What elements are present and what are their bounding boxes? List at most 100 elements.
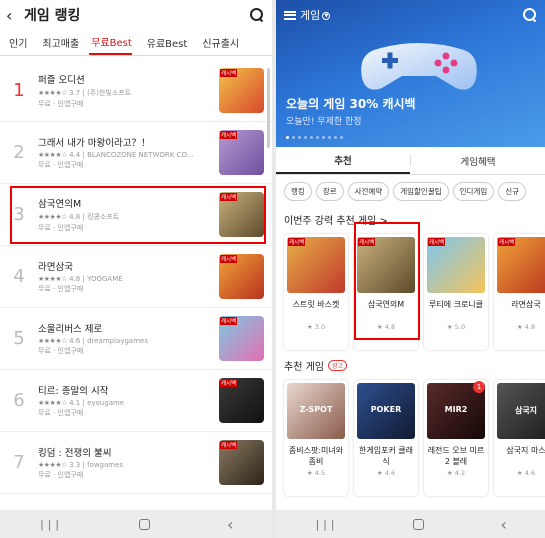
- kingdom-icon[interactable]: 캐시백: [219, 440, 264, 485]
- card-rating: ★ 4.6: [376, 469, 396, 477]
- card-rating: ★ 3.0: [306, 323, 326, 331]
- carousel-dots[interactable]: [286, 136, 343, 139]
- gamepad-icon: [361, 43, 477, 90]
- chip-3[interactable]: 게임할인꿀팁: [393, 182, 449, 201]
- back-nav-icon[interactable]: ‹: [500, 515, 506, 534]
- game-card[interactable]: MIR2 1 레전드 오브 미르2 블레 ★ 4.2: [424, 380, 488, 496]
- game-card[interactable]: 캐시백 루티에 크로니클 ★ 5.0: [424, 234, 488, 350]
- promo-banner[interactable]: 게임 ▼ 오늘의 게임 30% 캐시백 오늘만! 무제한 한정: [276, 0, 545, 147]
- back-arrow-icon[interactable]: ‹: [6, 6, 24, 25]
- puzzle-audition-icon[interactable]: 캐시백: [219, 68, 264, 113]
- page-title: 게임 랭킹: [24, 8, 81, 24]
- game-info: 퍼즐 오디션 ★★★★☆ 3.7 | (주)한빛소프트무료 · 인앱구매: [38, 72, 219, 109]
- tab-3[interactable]: 유료Best: [138, 30, 188, 55]
- ramen-samguk-icon[interactable]: 캐시백: [219, 254, 264, 299]
- ranking-panel: ‹ 게임 랭킹 인기 최고매출 무료Best 유료Best 신규출시 1 퍼즐 오디션 ★★…: [0, 0, 272, 538]
- game-thumbnail: 캐시백: [287, 237, 345, 293]
- card-rating: ★ 4.8: [516, 323, 536, 331]
- demon-lord-icon[interactable]: 캐시백: [219, 130, 264, 175]
- card-rating: ★ 4.2: [446, 469, 466, 477]
- price-label: 무료 · 인앱구매: [38, 100, 84, 108]
- table-row[interactable]: 1 퍼즐 오디션 ★★★★☆ 3.7 | (주)한빛소프트무료 · 인앱구매 캐시백: [0, 60, 272, 122]
- game-thumbnail: 캐시백: [497, 237, 545, 293]
- game-name: 퍼즐 오디션: [38, 75, 85, 86]
- game-name: 소울리버스 제로: [38, 324, 103, 335]
- ranking-list: 1 퍼즐 오디션 ★★★★☆ 3.7 | (주)한빛소프트 무료 · 인앱구매 캐시백 2…: [0, 60, 272, 494]
- tab-benefits[interactable]: 게임혜택: [411, 147, 545, 174]
- recommended-cards: Z-SPOT 좀비스팟:미녀와 좀비 ★ 4.5 POKER 한게임포커 클래식 ★ 4.…: [276, 376, 545, 500]
- tab-4[interactable]: 신규출시: [193, 30, 239, 55]
- game-thumbnail: Z-SPOT: [287, 383, 345, 439]
- game-thumbnail: 삼국지: [497, 383, 545, 439]
- game-card[interactable]: POKER 한게임포커 클래식 ★ 4.6: [354, 380, 418, 496]
- game-card[interactable]: 삼국지 삼국지 마스 ★ 4.6: [494, 380, 545, 496]
- app-title[interactable]: 게임 ▼: [300, 7, 523, 23]
- chip-2[interactable]: 사전예약: [347, 182, 390, 201]
- menu-icon[interactable]: [284, 10, 296, 20]
- game-meta: ★★★★☆ 4.1 | eyougame: [38, 399, 125, 407]
- rank-number: 1: [13, 80, 25, 101]
- table-row[interactable]: 6 티르: 종말의 시작 ★★★★☆ 4.1 | eyougame 무료 · 인앱구매…: [0, 370, 272, 432]
- rank-number: 4: [13, 266, 25, 287]
- rating-stars: ★★★★☆: [38, 337, 67, 345]
- dropdown-icon: ▼: [322, 12, 331, 20]
- developer: eyougame: [87, 399, 125, 407]
- game-card[interactable]: 캐시백 스트릿 바스켓 ★ 3.0: [284, 234, 348, 350]
- rating-stars: ★★★★☆: [38, 151, 67, 159]
- cashback-tag: 캐시백: [220, 69, 238, 77]
- rank-number: 5: [13, 328, 25, 349]
- home-icon[interactable]: [413, 518, 425, 530]
- tab-1[interactable]: 최고매출: [33, 30, 79, 55]
- game-meta: ★★★★☆ 3.7 | (주)한빛소프트: [38, 89, 132, 97]
- cashback-tag: 캐시백: [288, 238, 306, 246]
- rating-value: 4.1: [69, 399, 81, 407]
- back-nav-icon[interactable]: ‹: [227, 515, 233, 534]
- rating-stars: ★★★★☆: [38, 399, 67, 407]
- ad-badge: 광고: [327, 359, 348, 371]
- table-row[interactable]: 7 킹덤 : 전쟁의 불씨 ★★★★☆ 3.3 | fowgames 무료 · 인앱구…: [0, 432, 272, 494]
- tab-2[interactable]: 무료Best: [89, 30, 132, 55]
- table-row[interactable]: 2 그래서 내가 마왕이라고？！ ★★★★☆ 4.4 | BLANCOZONE NE…: [0, 122, 272, 184]
- chip-1[interactable]: 장르: [315, 182, 344, 201]
- game-home-panel: 게임 ▼ 오늘의 게임 30% 캐시백 오늘만! 무제한 한정 추천 게임혜택 …: [276, 0, 545, 538]
- ranking-tabs: 인기 최고매출 무료Best 유료Best 신규출시: [0, 30, 272, 56]
- developer: BLANCOZONE NETWORK CO...: [87, 151, 194, 159]
- game-thumbnail: POKER: [357, 383, 415, 439]
- soul-reverse-icon[interactable]: 캐시백: [219, 316, 264, 361]
- recents-icon[interactable]: |||: [39, 518, 62, 531]
- tir-icon[interactable]: 캐시백: [219, 378, 264, 423]
- rating-value: 4.6: [69, 337, 81, 345]
- rating-value: 4.8: [69, 275, 81, 283]
- chip-5[interactable]: 신규: [498, 182, 527, 201]
- scrollbar[interactable]: [267, 68, 270, 148]
- game-meta: ★★★★☆ 4.8 | YOOGAME: [38, 275, 123, 283]
- cashback-tag: 캐시백: [220, 131, 238, 139]
- game-card[interactable]: Z-SPOT 좀비스팟:미녀와 좀비 ★ 4.5: [284, 380, 348, 496]
- game-info: 티르: 종말의 시작 ★★★★☆ 4.1 | eyougame 무료 · 인앱구매: [38, 383, 219, 418]
- card-title: 레전드 오브 미르2 블레: [427, 446, 485, 466]
- search-icon[interactable]: [523, 8, 537, 22]
- cashback-tag: 캐시백: [220, 379, 238, 387]
- home-icon[interactable]: [138, 518, 150, 530]
- card-rating: ★ 4.6: [516, 469, 536, 477]
- rating-stars: ★★★★☆: [38, 461, 67, 469]
- cashback-tag: 캐시백: [498, 238, 516, 246]
- search-icon[interactable]: [250, 8, 264, 22]
- chip-0[interactable]: 랭킹: [284, 182, 312, 201]
- rating-value: 3.7: [69, 89, 81, 97]
- game-meta: ★★★★☆ 3.3 | fowgames: [38, 461, 124, 469]
- price-label: 무료 · 인앱구매: [38, 285, 84, 293]
- table-row[interactable]: 5 소울리버스 제로 ★★★★☆ 4.6 | dreamplaygames 무료 · …: [0, 308, 272, 370]
- chip-4[interactable]: 인디게임: [452, 182, 495, 201]
- table-row[interactable]: 4 라면삼국 ★★★★☆ 4.8 | YOOGAME 무료 · 인앱구매 캐시백: [0, 246, 272, 308]
- game-card[interactable]: 캐시백 라면삼국 ★ 4.8: [494, 234, 545, 350]
- tab-recommend[interactable]: 추천: [276, 147, 410, 174]
- card-title: 한게임포커 클래식: [358, 446, 414, 466]
- rank-number: 2: [13, 142, 25, 163]
- highlight-box: [354, 222, 420, 340]
- recents-icon[interactable]: |||: [314, 518, 337, 531]
- game-meta: ★★★★☆ 4.6 | dreamplaygames: [38, 337, 148, 345]
- rating-value: 3.3: [69, 461, 81, 469]
- tab-0[interactable]: 인기: [0, 30, 27, 55]
- thumbnail-text: POKER: [370, 405, 402, 414]
